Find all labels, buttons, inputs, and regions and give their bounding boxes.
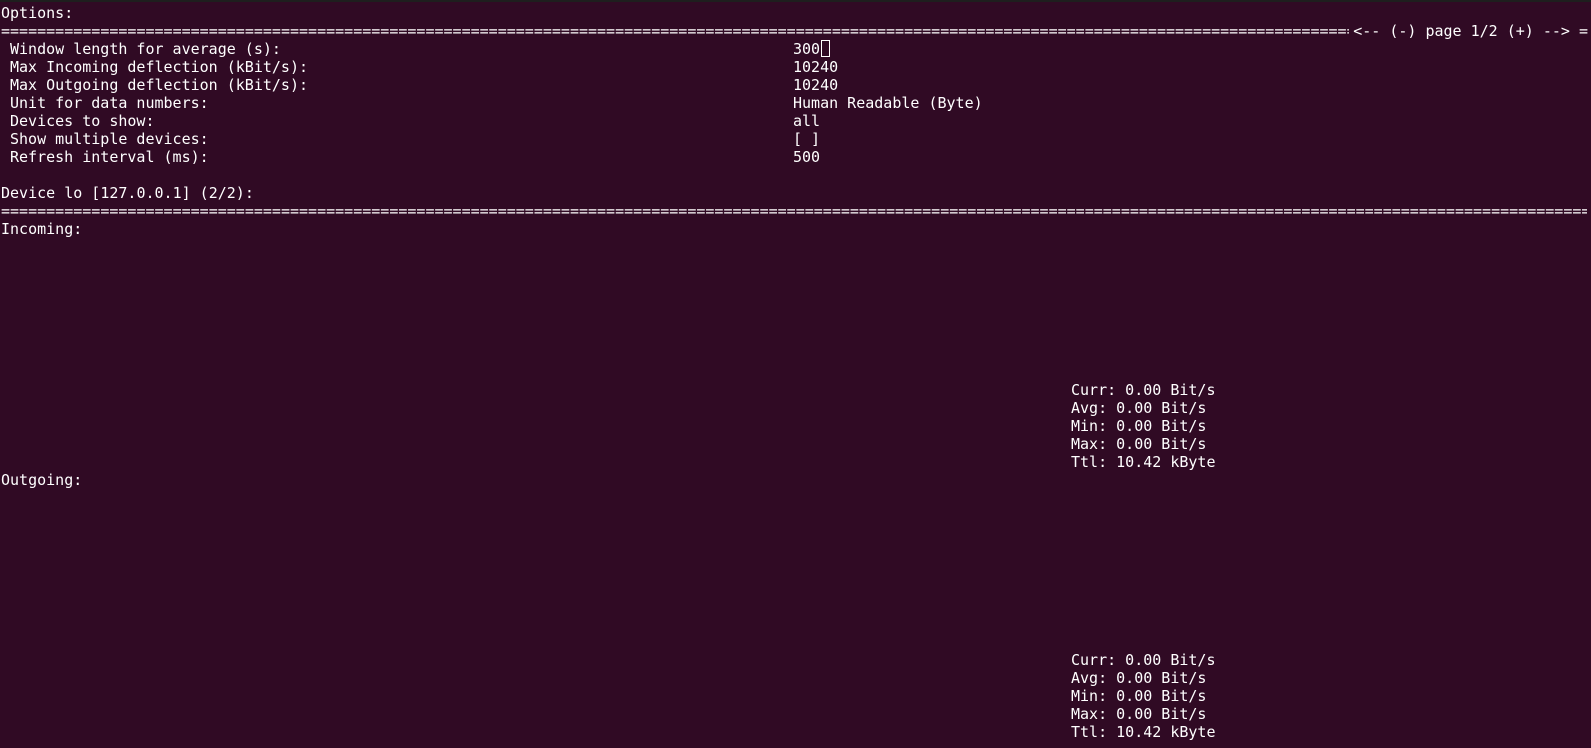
option-label-max-outgoing: Max Outgoing deflection (kBit/s): (10, 76, 309, 94)
incoming-max: Max: 0.00 Bit/s (1071, 435, 1207, 453)
multiple-devices-checkbox[interactable]: [ ] (793, 130, 820, 148)
prev-page-arrow[interactable]: <-- (1353, 22, 1380, 40)
option-value-unit[interactable]: Human Readable (Byte) (793, 94, 983, 112)
option-label-multiple-devices: Show multiple devices: (10, 130, 209, 148)
option-label-max-incoming: Max Incoming deflection (kBit/s): (10, 58, 309, 76)
option-value-window-length[interactable]: 300 (793, 40, 831, 58)
options-title: Options: (1, 4, 74, 22)
outgoing-min: Min: 0.00 Bit/s (1071, 687, 1207, 705)
incoming-title: Incoming: (1, 220, 83, 238)
page-navigator: <-- (-) page 1/2 (+) --> = (1349, 22, 1588, 40)
option-value-max-outgoing[interactable]: 10240 (793, 76, 838, 94)
incoming-avg: Avg: 0.00 Bit/s (1071, 399, 1207, 417)
prev-page-button[interactable]: (-) (1389, 22, 1416, 40)
text-cursor (821, 40, 831, 57)
option-value-max-incoming[interactable]: 10240 (793, 58, 838, 76)
pager-end-separator: = (1578, 22, 1588, 40)
option-label-devices: Devices to show: (10, 112, 155, 130)
incoming-min: Min: 0.00 Bit/s (1071, 417, 1207, 435)
device-separator: ========================================… (1, 202, 1587, 220)
option-label-window-length: Window length for average (s): (10, 40, 281, 58)
window-length-input[interactable]: 300 (793, 40, 820, 58)
outgoing-curr: Curr: 0.00 Bit/s (1071, 651, 1216, 669)
next-page-arrow[interactable]: --> (1543, 22, 1570, 40)
next-page-button[interactable]: (+) (1507, 22, 1534, 40)
incoming-ttl: Ttl: 10.42 kByte (1071, 453, 1216, 471)
incoming-curr: Curr: 0.00 Bit/s (1071, 381, 1216, 399)
outgoing-ttl: Ttl: 10.42 kByte (1071, 723, 1216, 741)
outgoing-title: Outgoing: (1, 471, 83, 489)
device-title: Device lo [127.0.0.1] (2/2): (1, 184, 254, 202)
option-label-refresh: Refresh interval (ms): (10, 148, 209, 166)
option-value-refresh[interactable]: 500 (793, 148, 820, 166)
outgoing-avg: Avg: 0.00 Bit/s (1071, 669, 1207, 687)
option-label-unit: Unit for data numbers: (10, 94, 209, 112)
page-indicator: page 1/2 (1425, 22, 1498, 40)
option-value-devices[interactable]: all (793, 112, 820, 130)
outgoing-max: Max: 0.00 Bit/s (1071, 705, 1207, 723)
window-top-border (0, 0, 1591, 2)
